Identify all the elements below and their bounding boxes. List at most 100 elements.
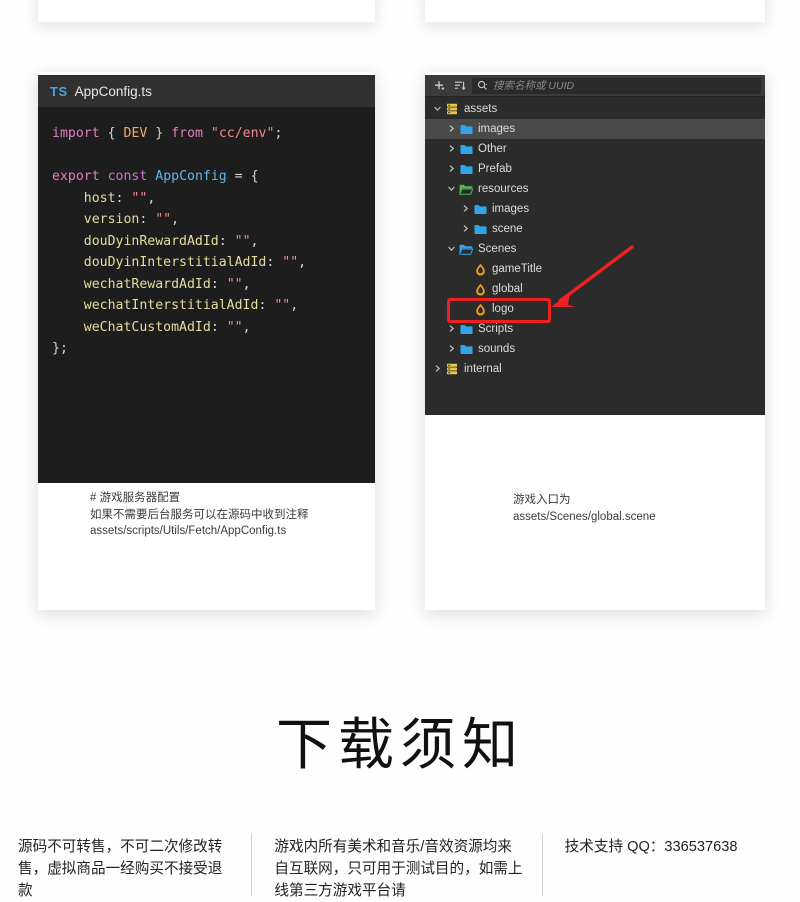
database-icon — [444, 363, 460, 375]
chevron-right-icon[interactable] — [459, 224, 472, 235]
chevron-right-icon[interactable] — [445, 164, 458, 175]
footer-notice: 源码不可转售，不可二次修改转售，虚拟商品一经购买不接受退款 游戏内所有美术和音乐… — [0, 832, 800, 900]
tree-item-scene[interactable]: scene — [425, 219, 765, 239]
footer-column-support: 技术支持 QQ：336537638 — [564, 839, 738, 855]
tree-item-label: assets — [464, 103, 498, 115]
code-token: douDyinRewardAdId — [83, 233, 219, 249]
chevron-right-icon[interactable] — [459, 204, 472, 215]
chevron-down-icon[interactable] — [445, 184, 458, 195]
tree-item-prefab[interactable]: Prefab — [425, 159, 765, 179]
scene-icon — [472, 263, 488, 276]
code-token: import — [52, 126, 100, 141]
folder-icon — [472, 204, 488, 215]
editor-tab-bar[interactable]: TS AppConfig.ts — [38, 75, 375, 107]
assets-caption-line-2: assets/Scenes/global.scene — [513, 511, 656, 523]
plus-icon[interactable] — [429, 77, 449, 95]
tree-item-label: scene — [492, 223, 523, 235]
tree-item-scripts[interactable]: Scripts — [425, 319, 765, 339]
folder-icon — [458, 124, 474, 135]
tree-item-resources[interactable]: resources — [425, 179, 765, 199]
search-input[interactable]: 搜索名称或 UUID — [472, 77, 761, 94]
code-token: , — [171, 212, 180, 227]
code-token: export — [52, 169, 100, 184]
tree-item-label: Scenes — [478, 243, 517, 255]
asset-tree: assets images Other Prefab resources images sc… — [425, 97, 765, 379]
code-token: from — [171, 126, 203, 141]
code-token: , — [298, 255, 307, 270]
assets-panel: 搜索名称或 UUID assets images Other Prefab resour… — [425, 75, 765, 415]
editor-tab-filename: AppConfig.ts — [74, 83, 152, 99]
tree-item-images[interactable]: images — [425, 119, 765, 139]
search-placeholder-text: 搜索名称或 UUID — [493, 80, 575, 92]
scene-icon — [472, 283, 488, 296]
code-line: import { DEV } from "cc/env"; — [52, 123, 375, 145]
caption-line-1: # 游戏服务器配置 — [90, 492, 181, 504]
code-token: version — [83, 212, 140, 227]
tree-item-label: Scripts — [478, 323, 514, 335]
code-line: wechatRewardAdId: "", — [52, 274, 375, 296]
code-token: , — [147, 190, 156, 206]
footer-column-assets: 游戏内所有美术和音乐/音效资源均来自互联网，只可用于测试目的，如需上线第三方游戏… — [274, 839, 523, 899]
tree-item-global[interactable]: global — [425, 279, 765, 299]
code-token: ; — [274, 126, 283, 141]
code-line: host: "", — [52, 188, 375, 210]
tree-item-label: sounds — [478, 343, 516, 355]
chevron-right-icon[interactable] — [445, 144, 458, 155]
folder-icon — [472, 224, 488, 235]
top-card-left — [38, 0, 375, 22]
tree-item-images[interactable]: images — [425, 199, 765, 219]
assets-caption-line-1: 游戏入口为 — [513, 494, 571, 506]
chevron-right-icon[interactable] — [431, 364, 444, 375]
chevron-down-icon[interactable] — [445, 244, 458, 255]
tree-item-assets[interactable]: assets — [425, 99, 765, 119]
database-icon — [444, 103, 460, 115]
chevron-right-icon[interactable] — [445, 344, 458, 355]
code-token: "" — [226, 276, 243, 292]
code-line: version: "", — [52, 209, 375, 231]
code-token: "" — [282, 255, 299, 270]
code-token: : — [258, 298, 275, 313]
tree-item-internal[interactable]: internal — [425, 359, 765, 379]
chevron-right-icon[interactable] — [445, 324, 458, 335]
tree-item-label: gameTitle — [492, 263, 543, 275]
tree-item-sounds[interactable]: sounds — [425, 339, 765, 359]
scene-icon — [472, 303, 488, 316]
assets-toolbar: 搜索名称或 UUID — [425, 75, 765, 97]
code-token: AppConfig — [155, 169, 227, 184]
code-token: host — [83, 190, 116, 206]
code-token: , — [290, 298, 299, 313]
caption-line-3: assets/scripts/Utils/Fetch/AppConfig.ts — [90, 525, 287, 537]
code-token: : — [266, 255, 283, 270]
search-icon — [477, 80, 488, 90]
folder-icon — [458, 144, 474, 155]
code-token: : — [218, 233, 235, 249]
code-line: }; — [52, 338, 375, 360]
folder-open-icon — [458, 244, 474, 255]
chevron-right-icon[interactable] — [445, 124, 458, 135]
tree-item-gametitle[interactable]: gameTitle — [425, 259, 765, 279]
sort-icon[interactable] — [449, 77, 469, 95]
chevron-down-icon[interactable] — [431, 104, 444, 115]
tree-item-label: Other — [478, 143, 507, 155]
tree-item-other[interactable]: Other — [425, 139, 765, 159]
code-editor-card: TS AppConfig.ts import { DEV } from "cc/… — [38, 72, 375, 610]
code-line: weChatCustomAdId: "", — [52, 317, 375, 339]
code-token: "" — [274, 298, 291, 313]
code-token: DEV — [123, 126, 148, 141]
code-line: douDyinInterstitialAdId: "", — [52, 252, 375, 274]
code-editor: TS AppConfig.ts import { DEV } from "cc/… — [38, 75, 375, 483]
tree-item-logo[interactable]: logo — [425, 299, 765, 319]
code-line: export const AppConfig = { — [52, 166, 375, 188]
tree-item-label: global — [492, 283, 523, 295]
tree-item-scenes[interactable]: Scenes — [425, 239, 765, 259]
